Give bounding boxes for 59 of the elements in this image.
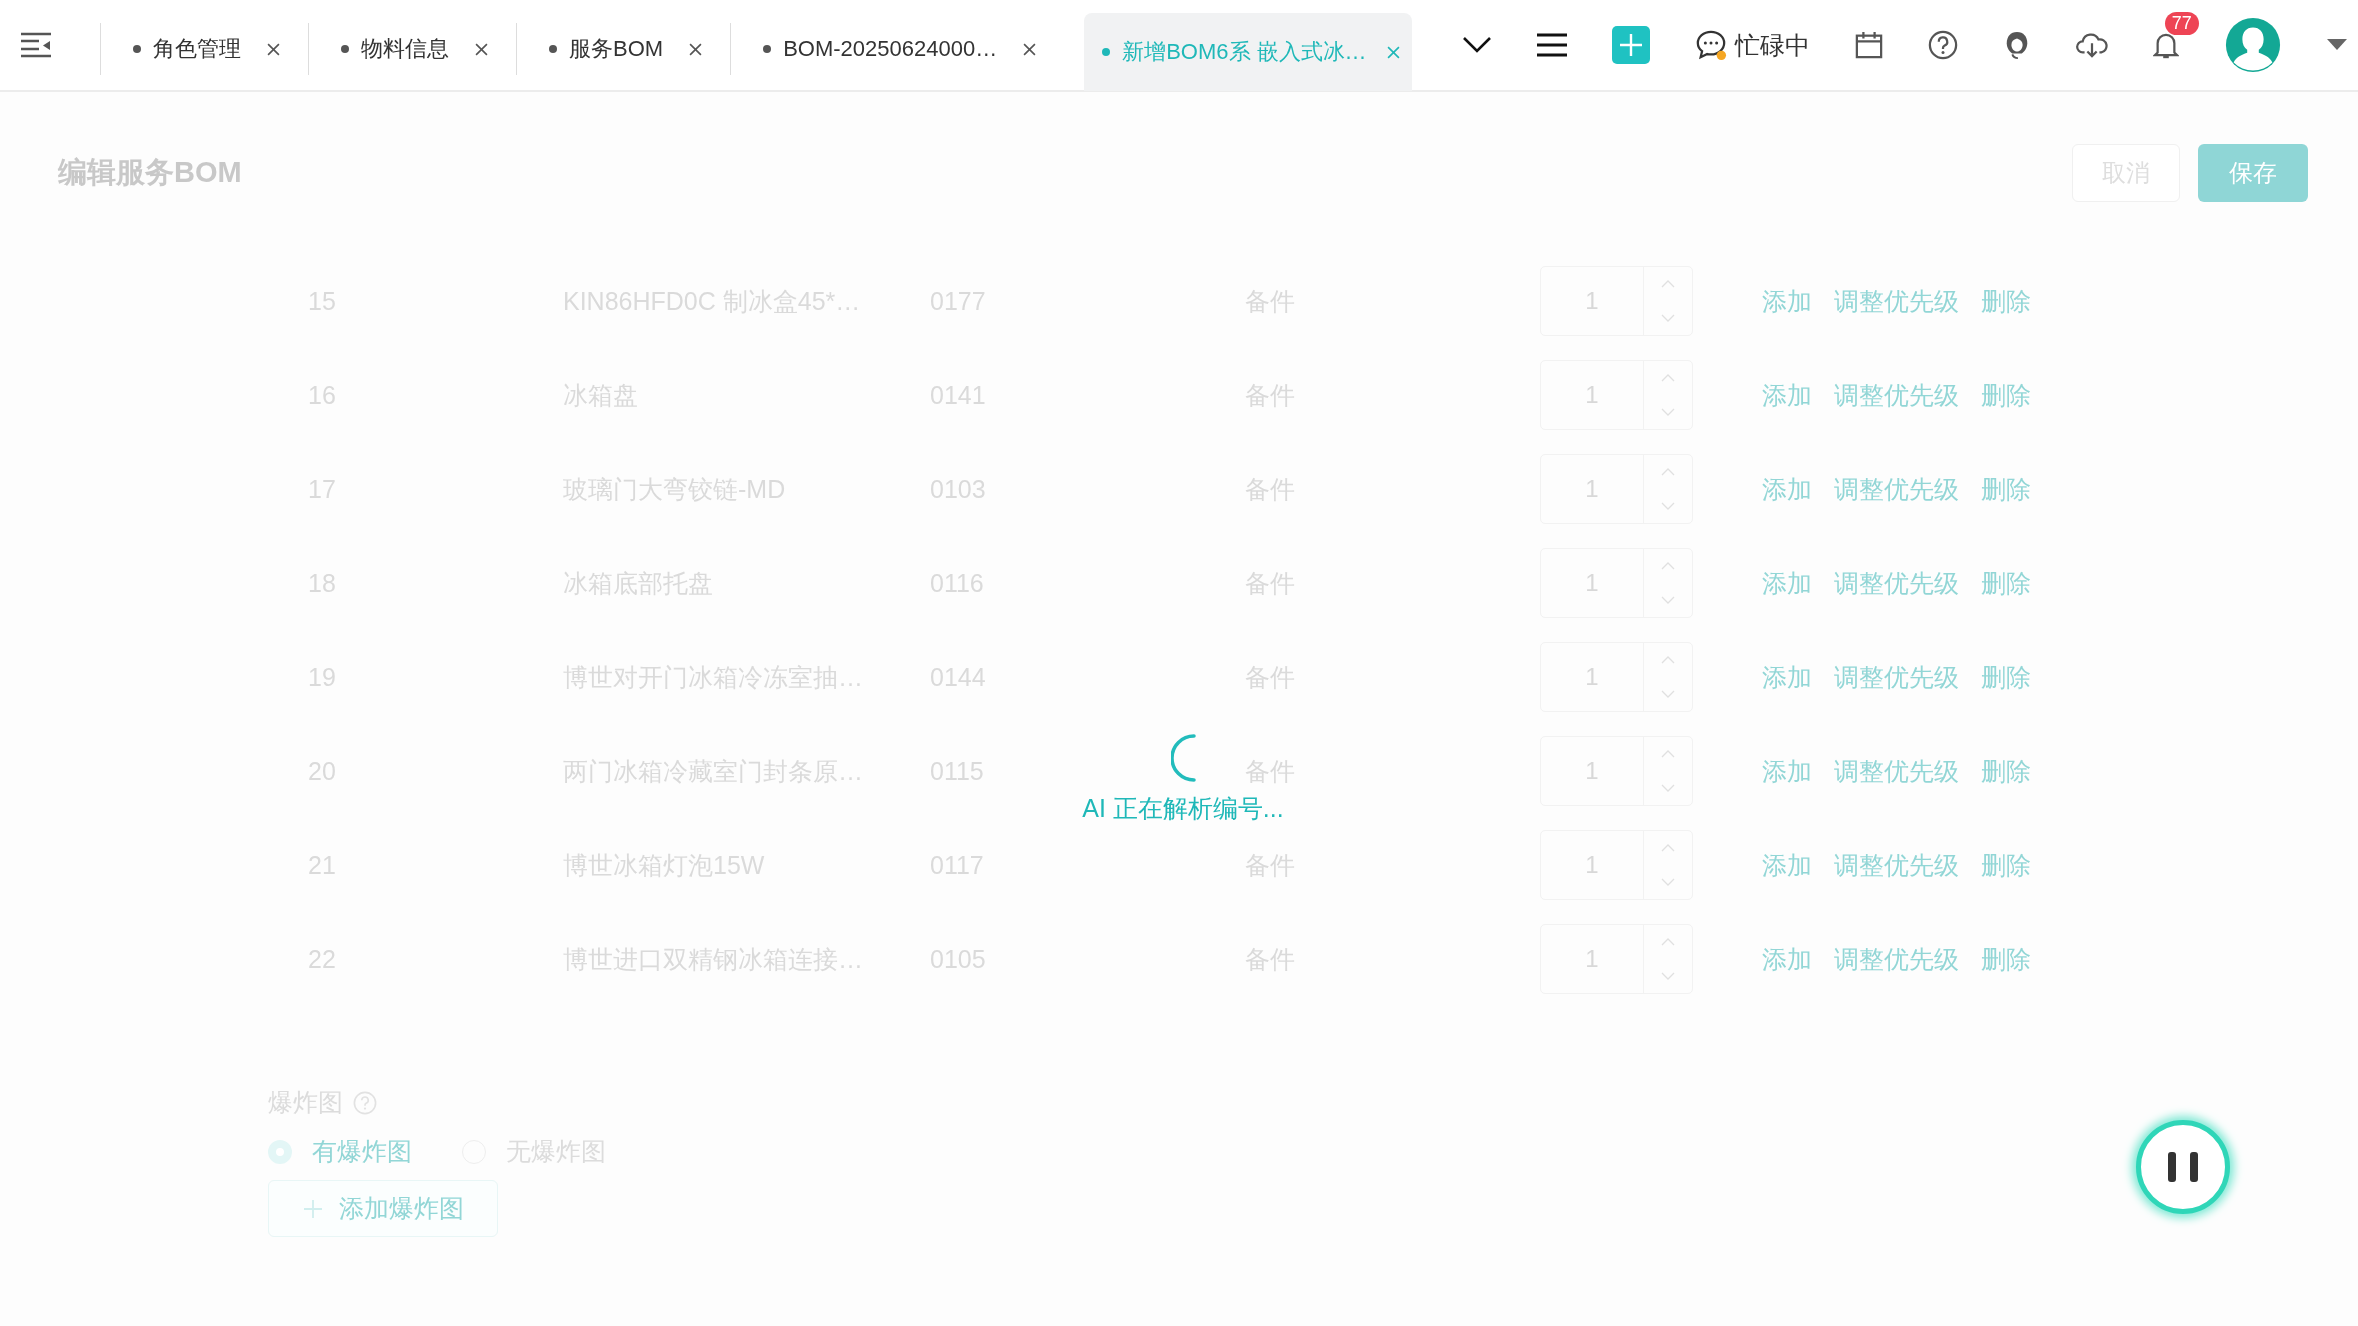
action-link[interactable]: 删除	[1981, 284, 2031, 318]
action-link[interactable]: 调整优先级	[1834, 566, 1959, 600]
action-link[interactable]: 删除	[1981, 566, 2031, 600]
dot-icon	[341, 45, 349, 53]
tab[interactable]: 物料信息	[308, 23, 516, 75]
loading-message: AI 正在解析编号...	[1082, 793, 1284, 824]
action-link[interactable]: 添加	[1762, 754, 1812, 788]
action-link[interactable]: 删除	[1981, 942, 2031, 976]
menu-icon[interactable]	[1536, 33, 1567, 57]
close-icon[interactable]	[267, 42, 280, 56]
dot-icon	[763, 45, 772, 53]
calendar-icon[interactable]	[1854, 31, 1883, 59]
action-link[interactable]: 调整优先级	[1834, 284, 1959, 318]
action-link[interactable]: 调整优先级	[1834, 660, 1959, 694]
tab[interactable]: BOM-20250624000…	[730, 23, 1065, 75]
save-button[interactable]: 保存	[2198, 144, 2308, 202]
chat-icon	[1694, 29, 1727, 61]
caret-icon[interactable]	[2326, 39, 2347, 51]
help-icon[interactable]	[1927, 30, 1958, 60]
pause-icon	[2166, 1152, 2200, 1182]
radio-option[interactable]: 有爆炸图	[268, 1135, 412, 1168]
action-link[interactable]: 调整优先级	[1834, 848, 1959, 882]
dot-icon	[133, 45, 141, 53]
dot-icon	[549, 45, 557, 53]
tab[interactable]: 新增BOM6系 嵌入式冰…	[1084, 13, 1412, 91]
close-icon[interactable]	[1023, 42, 1037, 56]
tab[interactable]: 服务BOM	[516, 23, 731, 75]
action-link[interactable]: 删除	[1981, 848, 2031, 882]
menu-collapse-icon[interactable]	[20, 32, 52, 58]
tab[interactable]: 角色管理	[100, 23, 308, 75]
close-icon[interactable]	[475, 42, 488, 56]
action-link[interactable]: 调整优先级	[1834, 378, 1959, 412]
action-link[interactable]: 删除	[1981, 754, 2031, 788]
action-link[interactable]: 删除	[1981, 660, 2031, 694]
pause-button[interactable]	[2136, 1120, 2230, 1214]
plus-icon	[302, 1198, 323, 1219]
status-button[interactable]: 忙碌中	[1694, 28, 1810, 62]
cloud-download-icon[interactable]	[2075, 32, 2108, 58]
notification-badge: 77	[2164, 12, 2199, 35]
action-link[interactable]: 添加	[1762, 284, 1812, 318]
action-link[interactable]: 添加	[1762, 660, 1812, 694]
add-icon[interactable]	[1611, 26, 1650, 64]
dot-icon	[1102, 48, 1111, 56]
action-link[interactable]: 添加	[1762, 378, 1812, 412]
action-link[interactable]: 删除	[1981, 472, 2031, 506]
loading-spinner-icon	[1170, 734, 1196, 782]
radio-button[interactable]	[268, 1139, 292, 1164]
action-link[interactable]: 添加	[1762, 942, 1812, 976]
chevron-down-icon[interactable]	[1461, 36, 1492, 54]
avatar-icon[interactable]	[2223, 16, 2282, 74]
action-link[interactable]: 添加	[1762, 848, 1812, 882]
action-link[interactable]: 调整优先级	[1834, 754, 1959, 788]
action-link[interactable]: 添加	[1762, 566, 1812, 600]
action-link[interactable]: 调整优先级	[1834, 472, 1959, 506]
close-icon[interactable]	[689, 42, 703, 56]
action-link[interactable]: 删除	[1981, 378, 2031, 412]
action-link[interactable]: 添加	[1762, 472, 1812, 506]
add-exploded-view-button[interactable]: 添加爆炸图	[268, 1180, 498, 1237]
action-link[interactable]: 调整优先级	[1834, 942, 1959, 976]
